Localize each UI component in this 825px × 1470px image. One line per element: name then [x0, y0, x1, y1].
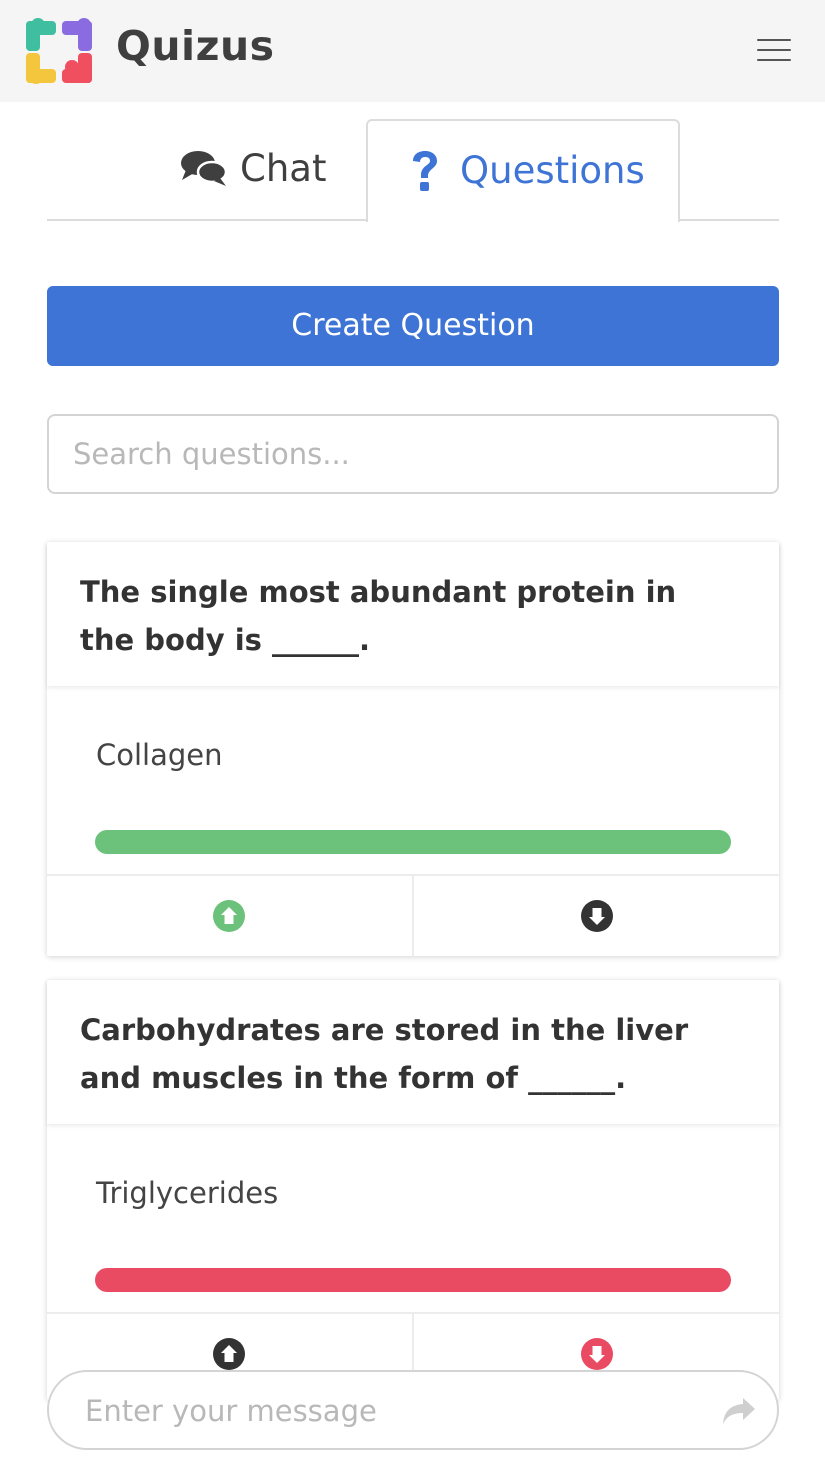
tab-chat[interactable]: Chat [160, 119, 360, 219]
arrow-circle-up-icon [213, 1338, 245, 1370]
question-card: The single most abundant protein in the … [47, 542, 779, 958]
downvote-button[interactable] [414, 876, 779, 958]
question-header: Carbohydrates are stored in the liver an… [47, 980, 779, 1124]
app-header: Quizus [0, 0, 825, 102]
arrow-circle-up-icon [213, 900, 245, 932]
arrow-circle-down-icon [581, 1338, 613, 1370]
vote-row [47, 874, 779, 958]
search-input[interactable] [47, 414, 779, 494]
answer-text: Triglycerides [96, 1176, 279, 1210]
share-arrow-icon[interactable] [721, 1396, 757, 1426]
comments-icon [181, 151, 228, 186]
question-header: The single most abundant protein in the … [47, 542, 779, 686]
answer-text: Collagen [96, 738, 223, 772]
arrow-circle-down-icon [581, 900, 613, 932]
message-input[interactable] [83, 1382, 697, 1440]
message-bar [47, 1370, 779, 1450]
quizus-logo [26, 18, 92, 84]
question-icon [413, 151, 437, 191]
question-card: Carbohydrates are stored in the liver an… [47, 980, 779, 1400]
hamburger-menu-icon[interactable] [757, 37, 791, 63]
upvote-button[interactable] [47, 876, 414, 958]
tab-questions-label: Questions [460, 149, 645, 192]
result-bar [95, 830, 731, 854]
app-title: Quizus [116, 22, 275, 70]
create-question-button[interactable]: Create Question [47, 286, 779, 366]
question-text: The single most abundant protein in the … [80, 575, 677, 657]
result-bar [95, 1268, 731, 1292]
tab-questions[interactable]: Questions [366, 119, 680, 222]
question-text: Carbohydrates are stored in the liver an… [80, 1013, 689, 1095]
tab-chat-label: Chat [240, 147, 327, 190]
